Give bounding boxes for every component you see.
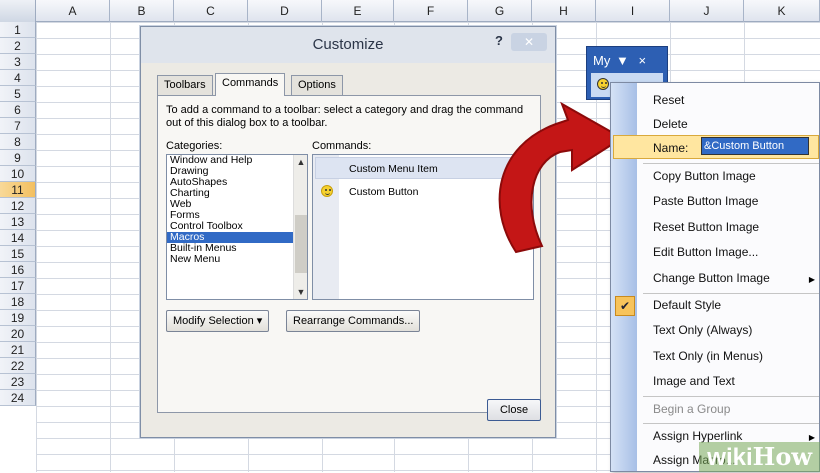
row-header-1[interactable]: 1 (0, 22, 36, 38)
column-header-bar: A B C D E F G H I J K (0, 0, 820, 22)
menu-edit-button-image[interactable]: Edit Button Image... (653, 245, 758, 259)
column-header-d[interactable]: D (248, 0, 322, 22)
category-item[interactable]: New Menu (167, 254, 307, 265)
smiley-icon (321, 185, 333, 197)
categories-label: Categories: (166, 140, 223, 152)
row-header-19[interactable]: 19 (0, 310, 36, 326)
menu-reset[interactable]: Reset (653, 93, 684, 107)
row-header-13[interactable]: 13 (0, 214, 36, 230)
row-header-20[interactable]: 20 (0, 326, 36, 342)
menu-begin-group: Begin a Group (653, 402, 731, 416)
categories-scrollbar[interactable]: ▲ ▼ (293, 155, 307, 299)
row-header-23[interactable]: 23 (0, 374, 36, 390)
column-header-e[interactable]: E (322, 0, 394, 22)
commands-label: Commands: (312, 140, 372, 152)
chevron-down-icon[interactable]: ▼ (616, 53, 629, 68)
row-header-6[interactable]: 6 (0, 102, 36, 118)
column-header-i[interactable]: I (596, 0, 670, 22)
row-header-7[interactable]: 7 (0, 118, 36, 134)
tab-commands[interactable]: Commands (215, 73, 286, 96)
tab-toolbars[interactable]: Toolbars (157, 75, 213, 95)
menu-paste-button-image[interactable]: Paste Button Image (653, 194, 758, 208)
check-icon: ✔ (615, 296, 635, 316)
wikihow-watermark: wikiHow (699, 442, 820, 472)
help-button[interactable]: ? (495, 33, 503, 48)
column-header-c[interactable]: C (174, 0, 248, 22)
menu-delete[interactable]: Delete (653, 117, 688, 131)
scroll-down-icon[interactable]: ▼ (294, 287, 307, 297)
scroll-thumb[interactable] (295, 215, 307, 273)
row-header-2[interactable]: 2 (0, 38, 36, 54)
select-all-corner[interactable] (0, 0, 36, 22)
instructions-text: To add a command to a toolbar: select a … (166, 104, 524, 129)
column-header-g[interactable]: G (468, 0, 532, 22)
modify-selection-button[interactable]: Modify Selection ▾ (166, 310, 270, 332)
curved-arrow-icon (498, 101, 624, 254)
column-header-f[interactable]: F (394, 0, 468, 22)
row-header-22[interactable]: 22 (0, 358, 36, 374)
row-header-21[interactable]: 21 (0, 342, 36, 358)
row-header-24[interactable]: 24 (0, 390, 36, 406)
submenu-arrow-icon: ▶ (808, 433, 815, 442)
close-icon[interactable]: × (638, 53, 646, 68)
dialog-title: Customize (141, 27, 555, 63)
close-button[interactable]: Close (487, 399, 541, 421)
row-header-3[interactable]: 3 (0, 54, 36, 70)
row-header-17[interactable]: 17 (0, 278, 36, 294)
categories-list[interactable]: Window and Help Drawing AutoShapes Charting… (166, 154, 308, 300)
menu-text-only-in-menus[interactable]: Text Only (in Menus) (653, 349, 763, 363)
column-header-h[interactable]: H (532, 0, 596, 22)
scroll-up-icon[interactable]: ▲ (294, 157, 307, 167)
menu-reset-button-image[interactable]: Reset Button Image (653, 220, 759, 234)
name-input[interactable]: &Custom Button (701, 137, 809, 155)
tab-options[interactable]: Options (291, 75, 343, 95)
row-header-9[interactable]: 9 (0, 150, 36, 166)
row-header-11[interactable]: 11 (0, 182, 36, 198)
command-custom-button[interactable]: Custom Button (349, 186, 418, 198)
command-custom-menu-item[interactable]: Custom Menu Item (349, 163, 438, 175)
menu-text-only-always[interactable]: Text Only (Always) (653, 323, 752, 337)
row-header-10[interactable]: 10 (0, 166, 36, 182)
button-context-menu: Reset Delete Name: &Custom Button Copy B… (610, 82, 820, 472)
row-header-15[interactable]: 15 (0, 246, 36, 262)
row-header-4[interactable]: 4 (0, 70, 36, 86)
column-header-a[interactable]: A (36, 0, 110, 22)
row-header-5[interactable]: 5 (0, 86, 36, 102)
menu-default-style[interactable]: Default Style (653, 298, 721, 312)
submenu-arrow-icon: ▶ (808, 275, 815, 284)
dialog-close-icon[interactable]: ✕ (511, 33, 547, 51)
toolbar-title: My ▼ × (593, 53, 647, 68)
row-header-12[interactable]: 12 (0, 198, 36, 214)
menu-copy-button-image[interactable]: Copy Button Image (653, 169, 756, 183)
column-header-b[interactable]: B (110, 0, 174, 22)
row-header-18[interactable]: 18 (0, 294, 36, 310)
column-header-k[interactable]: K (744, 0, 820, 22)
menu-image-and-text[interactable]: Image and Text (653, 374, 735, 388)
rearrange-commands-button[interactable]: Rearrange Commands... (286, 310, 421, 332)
row-header-8[interactable]: 8 (0, 134, 36, 150)
row-header-16[interactable]: 16 (0, 262, 36, 278)
row-header-14[interactable]: 14 (0, 230, 36, 246)
column-header-j[interactable]: J (670, 0, 744, 22)
menu-change-button-image[interactable]: Change Button Image (653, 271, 770, 285)
menu-assign-hyperlink[interactable]: Assign Hyperlink (653, 429, 742, 443)
name-label: Name: (653, 141, 689, 155)
